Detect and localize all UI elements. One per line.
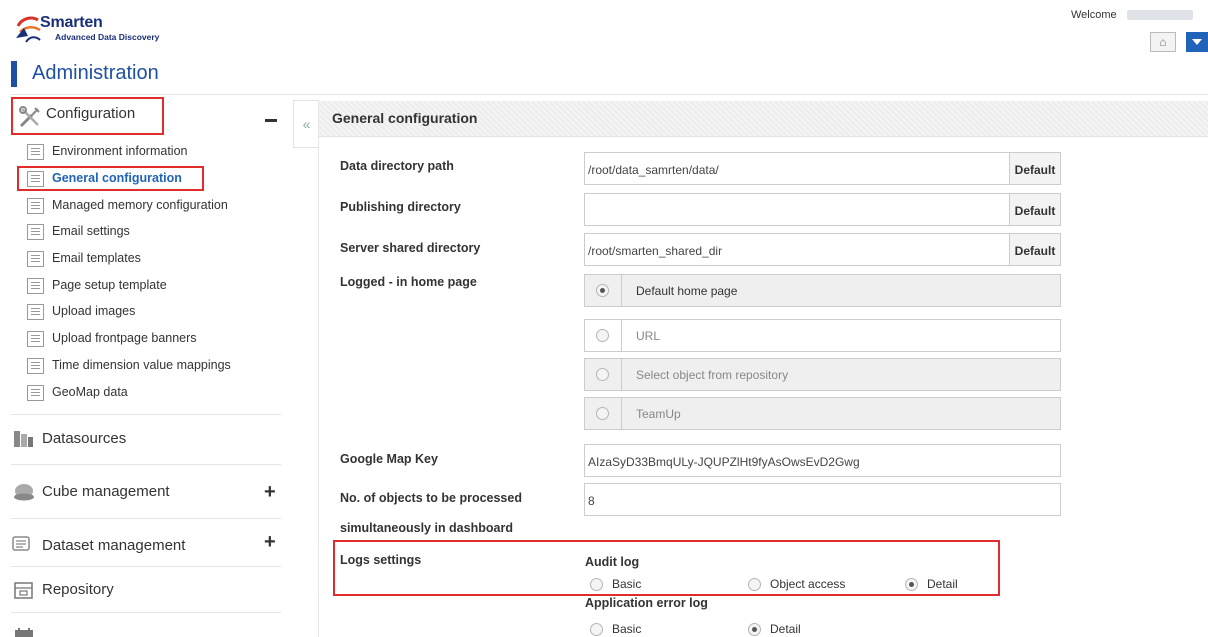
document-icon bbox=[27, 251, 44, 267]
sidebar-divider bbox=[11, 414, 281, 415]
user-name-redacted bbox=[1127, 10, 1193, 20]
repository-icon bbox=[14, 582, 33, 599]
caret-down-icon bbox=[1192, 39, 1202, 45]
welcome-label: Welcome bbox=[1071, 9, 1117, 21]
sidebar-section-configuration[interactable]: Configuration bbox=[11, 97, 164, 135]
document-icon bbox=[27, 171, 44, 187]
objects-processed-label-line2: simultaneously in dashboard bbox=[340, 521, 513, 535]
title-accent-bar bbox=[11, 61, 17, 87]
brand-name: Smarten bbox=[40, 14, 103, 31]
dataset-icon bbox=[12, 536, 30, 551]
sidebar-divider bbox=[11, 566, 281, 567]
data-directory-input[interactable]: /root/data_samrten/data/ bbox=[584, 152, 1010, 185]
radio-unselected[interactable] bbox=[590, 623, 603, 636]
sidebar-divider bbox=[11, 612, 281, 613]
home-page-label: Logged - in home page bbox=[340, 275, 477, 289]
double-chevron-left-icon: « bbox=[302, 116, 311, 132]
radio-unselected[interactable] bbox=[596, 329, 609, 342]
logs-settings-highlight bbox=[333, 540, 1000, 596]
publishing-directory-default-button[interactable]: Default bbox=[1009, 193, 1061, 226]
google-map-key-label: Google Map Key bbox=[340, 452, 438, 466]
cube-icon bbox=[14, 484, 34, 501]
brand-tagline: Advanced Data Discovery bbox=[55, 32, 160, 42]
home-page-option-teamup[interactable]: TeamUp bbox=[584, 397, 1061, 430]
objects-processed-label-line1: No. of objects to be processed bbox=[340, 491, 522, 505]
data-directory-label: Data directory path bbox=[340, 159, 454, 173]
document-icon bbox=[27, 304, 44, 320]
sidebar-section-datasources[interactable]: Datasources bbox=[11, 425, 211, 455]
document-icon bbox=[27, 224, 44, 240]
data-directory-default-button[interactable]: Default bbox=[1009, 152, 1061, 185]
scheduler-icon-partial bbox=[15, 628, 33, 637]
shared-directory-input[interactable]: /root/smarten_shared_dir bbox=[584, 233, 1010, 266]
radio-unselected[interactable] bbox=[748, 578, 761, 591]
home-page-option-repository-object[interactable]: Select object from repository bbox=[584, 358, 1061, 391]
home-page-option-default[interactable]: Default home page bbox=[584, 274, 1061, 307]
shared-directory-default-button[interactable]: Default bbox=[1009, 233, 1061, 266]
sidebar-divider bbox=[11, 518, 281, 519]
document-icon bbox=[27, 144, 44, 160]
document-icon bbox=[27, 358, 44, 374]
objects-processed-input[interactable]: 8 bbox=[584, 483, 1061, 516]
radio-unselected[interactable] bbox=[590, 578, 603, 591]
document-icon bbox=[27, 278, 44, 294]
configuration-label: Configuration bbox=[46, 105, 136, 122]
error-log-title: Application error log bbox=[585, 596, 708, 610]
radio-selected[interactable] bbox=[905, 578, 918, 591]
section-header: General configuration bbox=[319, 101, 1208, 137]
user-menu-dropdown-button[interactable] bbox=[1186, 32, 1208, 52]
shared-directory-label: Server shared directory bbox=[340, 241, 481, 255]
sidebar-section-cube-management[interactable]: Cube management bbox=[11, 478, 211, 508]
publishing-directory-input[interactable] bbox=[584, 193, 1010, 226]
smarten-logo[interactable]: Smarten Advanced Data Discovery bbox=[14, 8, 164, 46]
home-button[interactable]: ⌂ bbox=[1150, 32, 1176, 52]
sidebar-section-repository[interactable]: Repository bbox=[11, 576, 211, 606]
datasource-icon bbox=[14, 431, 33, 447]
home-icon: ⌂ bbox=[1159, 35, 1167, 49]
google-map-key-input[interactable]: AIzaSyD33BmqULy-JQUPZlHt9fyAsOwsEvD2Gwg bbox=[584, 444, 1061, 477]
radio-selected[interactable] bbox=[596, 284, 609, 297]
main-divider bbox=[318, 100, 319, 637]
sidebar-divider bbox=[11, 464, 281, 465]
logs-settings-label: Logs settings bbox=[340, 553, 422, 567]
expand-dataset-management-icon[interactable]: + bbox=[264, 532, 276, 552]
expand-cube-management-icon[interactable]: + bbox=[264, 482, 276, 502]
radio-unselected[interactable] bbox=[596, 407, 609, 420]
section-title: General configuration bbox=[332, 110, 478, 126]
collapse-configuration-icon[interactable] bbox=[265, 119, 277, 122]
title-divider bbox=[11, 94, 1208, 95]
publishing-directory-label: Publishing directory bbox=[340, 200, 461, 214]
document-icon bbox=[27, 198, 44, 214]
audit-log-title: Audit log bbox=[585, 555, 640, 569]
radio-unselected[interactable] bbox=[596, 368, 609, 381]
document-icon bbox=[27, 385, 44, 401]
home-page-option-url[interactable]: URL bbox=[584, 319, 1061, 352]
radio-selected[interactable] bbox=[748, 623, 761, 636]
sidebar-section-dataset-management[interactable]: Dataset management bbox=[11, 530, 231, 560]
document-icon bbox=[27, 331, 44, 347]
collapse-sidebar-button[interactable]: « bbox=[293, 100, 319, 148]
page-title: Administration bbox=[32, 62, 159, 84]
tools-icon bbox=[19, 106, 40, 128]
